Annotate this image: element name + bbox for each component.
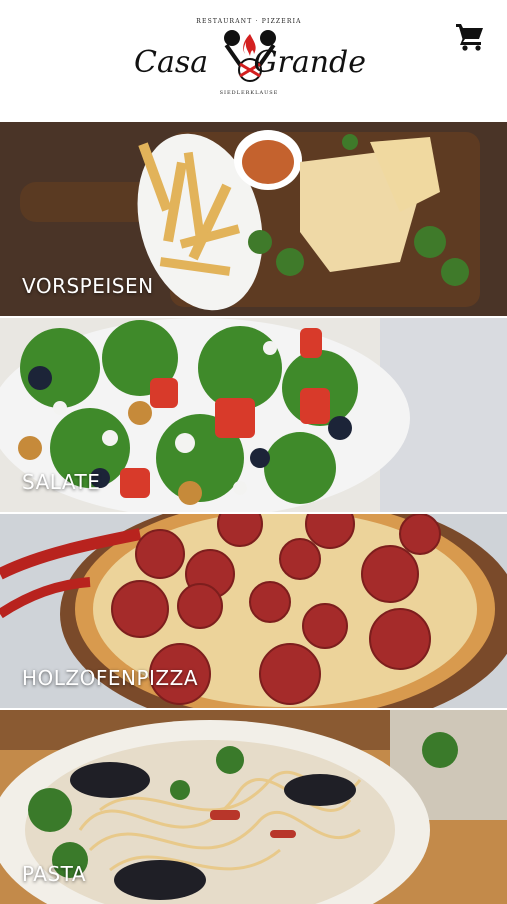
category-label: SALATE <box>22 470 101 494</box>
logo-subtitle: SIEDLERKLAUSE <box>219 90 279 96</box>
category-tile-pasta[interactable]: PASTA <box>0 708 507 904</box>
category-list: VORSPEISEN SALATE HOLZOFENPIZZA PASTA <box>0 120 507 904</box>
shopping-cart-icon <box>456 24 483 51</box>
category-label: PASTA <box>22 862 87 886</box>
category-tile-vorspeisen[interactable]: VORSPEISEN <box>0 120 507 316</box>
app-header: RESTAURANT · PIZZERIA Casa Grande SIEDLE… <box>0 0 507 120</box>
logo-name-right: Grande <box>253 45 366 80</box>
category-tile-holzofenpizza[interactable]: HOLZOFENPIZZA <box>0 512 507 708</box>
category-tile-salate[interactable]: SALATE <box>0 316 507 512</box>
logo-tagline: RESTAURANT · PIZZERIA <box>196 18 302 25</box>
category-label: VORSPEISEN <box>22 274 154 298</box>
shopping-cart-button[interactable] <box>454 20 486 52</box>
logo-name-left: Casa <box>134 45 209 80</box>
restaurant-logo[interactable]: RESTAURANT · PIZZERIA Casa Grande SIEDLE… <box>132 18 366 100</box>
category-label: HOLZOFENPIZZA <box>22 666 199 690</box>
